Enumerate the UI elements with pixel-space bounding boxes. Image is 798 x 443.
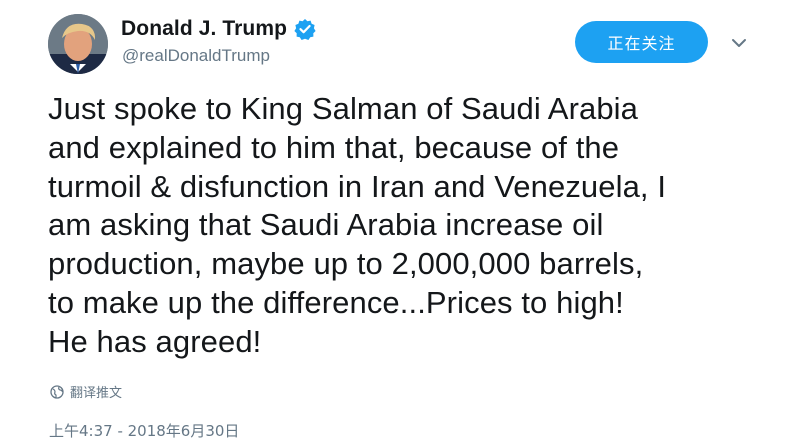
translate-label: 翻译推文 (70, 386, 123, 401)
author-name-row: Donald J. Trump (121, 14, 316, 44)
profile-photo-icon (48, 14, 108, 74)
author-display-name[interactable]: Donald J. Trump (121, 17, 287, 41)
tweet-timestamp[interactable]: 上午4:37 - 2018年6月30日 (49, 420, 239, 441)
chevron-down-icon[interactable] (729, 35, 749, 51)
author-handle[interactable]: @realDonaldTrump (122, 46, 270, 66)
avatar[interactable] (48, 14, 108, 74)
translate-tweet-link[interactable]: 翻译推文 (50, 382, 122, 401)
following-button[interactable]: 正在关注 (575, 21, 708, 63)
globe-icon (50, 384, 64, 399)
verified-badge-icon (294, 18, 316, 40)
tweet-text: Just spoke to King Salman of Saudi Arabi… (48, 91, 667, 359)
tweet-card: Donald J. Trump @realDonaldTrump 正在关注 Ju… (0, 0, 798, 443)
